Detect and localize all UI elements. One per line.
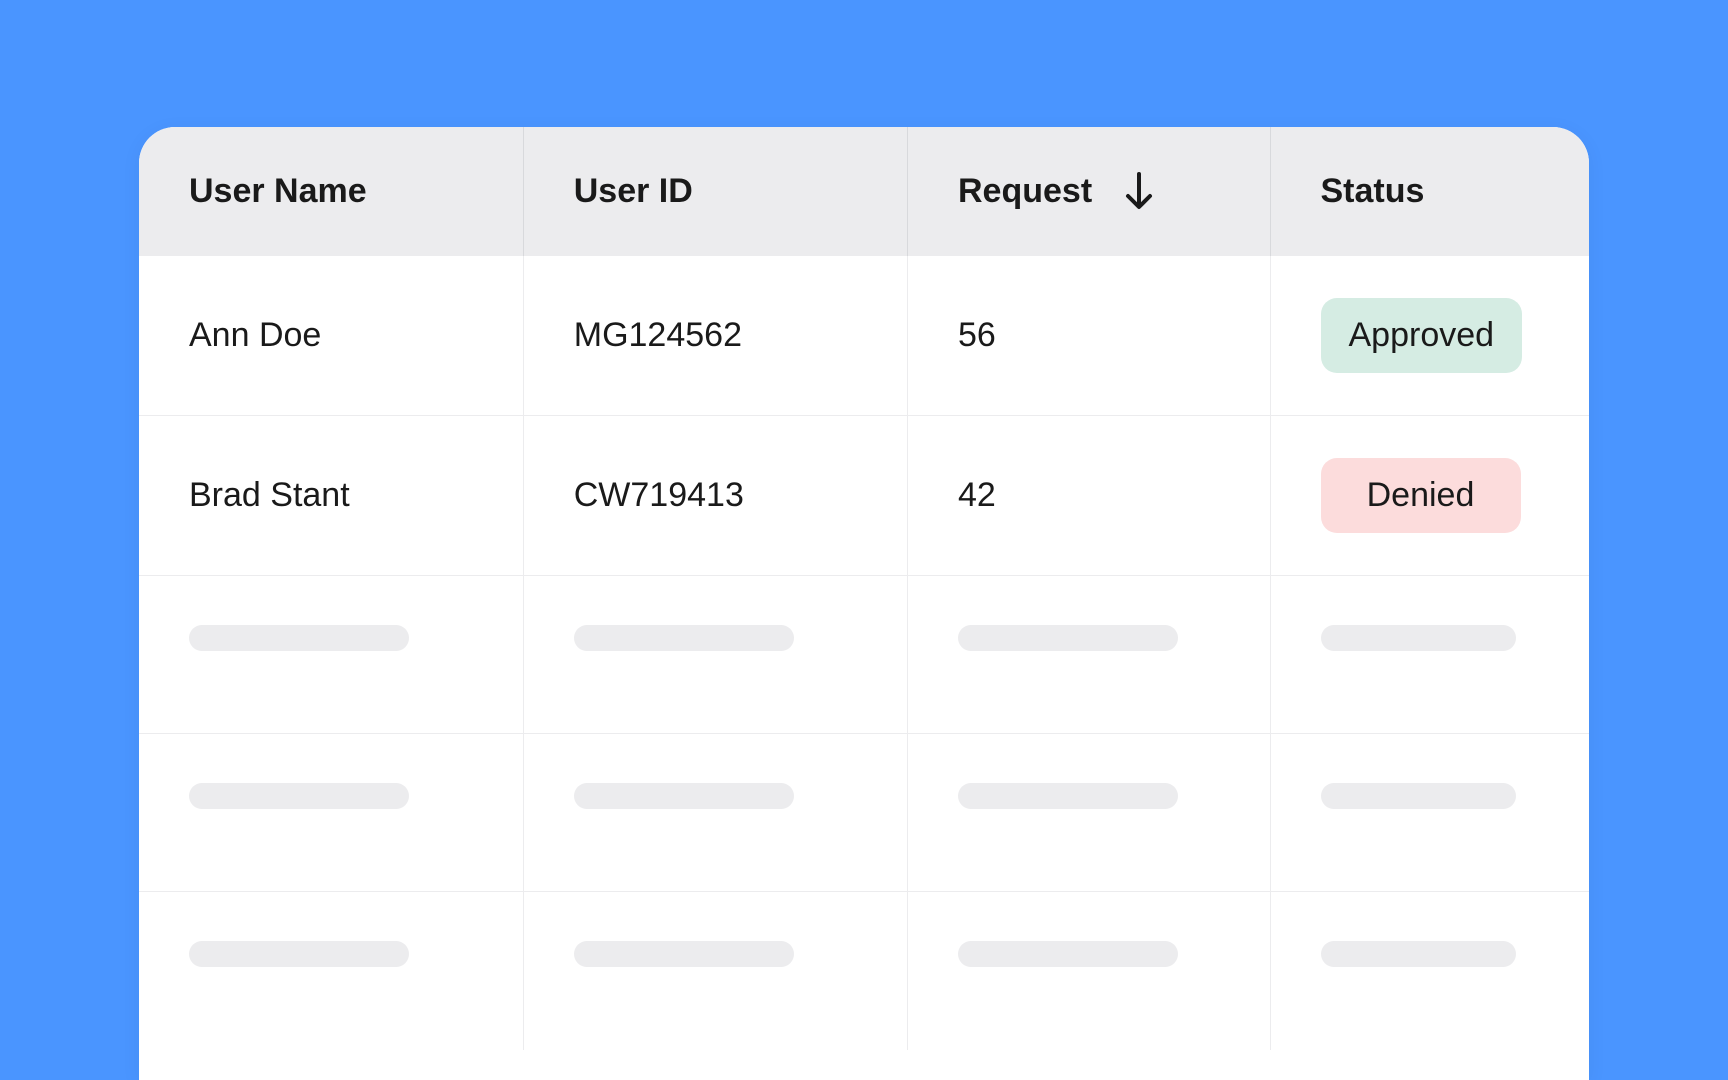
status-badge: Approved — [1321, 298, 1523, 373]
column-header-user-name[interactable]: User Name — [139, 127, 523, 256]
table-row-placeholder — [139, 734, 1589, 892]
cell-user-id: CW719413 — [523, 416, 907, 576]
column-header-label: Request — [958, 172, 1092, 211]
cell-text: 42 — [958, 476, 996, 514]
skeleton-bar — [958, 783, 1178, 809]
cell-status: Approved — [1270, 256, 1589, 416]
table-row-placeholder — [139, 892, 1589, 1050]
data-table-card: User Name User ID Request — [139, 127, 1589, 1080]
table-body: Ann Doe MG124562 56 Approved Brad Stant … — [139, 256, 1589, 1050]
cell-placeholder — [1270, 892, 1589, 1050]
status-badge: Denied — [1321, 458, 1521, 533]
skeleton-bar — [189, 625, 409, 651]
skeleton-bar — [1321, 783, 1516, 809]
table-header-row: User Name User ID Request — [139, 127, 1589, 256]
skeleton-bar — [958, 941, 1178, 967]
cell-placeholder — [1270, 734, 1589, 892]
cell-user-name: Ann Doe — [139, 256, 523, 416]
column-header-label: Status — [1321, 172, 1425, 210]
skeleton-bar — [189, 783, 409, 809]
skeleton-bar — [574, 783, 794, 809]
skeleton-bar — [189, 941, 409, 967]
cell-placeholder — [523, 892, 907, 1050]
column-header-user-id[interactable]: User ID — [523, 127, 907, 256]
cell-user-id: MG124562 — [523, 256, 907, 416]
cell-placeholder — [908, 892, 1271, 1050]
skeleton-bar — [958, 625, 1178, 651]
cell-text: 56 — [958, 316, 996, 354]
column-header-label: User ID — [574, 172, 693, 210]
cell-user-name: Brad Stant — [139, 416, 523, 576]
cell-placeholder — [523, 734, 907, 892]
cell-placeholder — [908, 734, 1271, 892]
cell-placeholder — [908, 576, 1271, 734]
cell-request: 56 — [908, 256, 1271, 416]
cell-text: MG124562 — [574, 316, 742, 354]
column-header-status[interactable]: Status — [1270, 127, 1589, 256]
column-header-request[interactable]: Request — [908, 127, 1271, 256]
skeleton-bar — [574, 625, 794, 651]
cell-placeholder — [523, 576, 907, 734]
requests-table: User Name User ID Request — [139, 127, 1589, 1050]
cell-request: 42 — [908, 416, 1271, 576]
arrow-down-icon — [1124, 171, 1154, 211]
cell-text: CW719413 — [574, 476, 744, 514]
cell-placeholder — [139, 576, 523, 734]
table-row-placeholder — [139, 576, 1589, 734]
skeleton-bar — [574, 941, 794, 967]
cell-text: Ann Doe — [189, 316, 321, 354]
column-header-label: User Name — [189, 172, 367, 210]
table-row: Brad Stant CW719413 42 Denied — [139, 416, 1589, 576]
skeleton-bar — [1321, 625, 1516, 651]
cell-status: Denied — [1270, 416, 1589, 576]
cell-placeholder — [139, 892, 523, 1050]
cell-placeholder — [139, 734, 523, 892]
cell-placeholder — [1270, 576, 1589, 734]
cell-text: Brad Stant — [189, 476, 350, 514]
table-row: Ann Doe MG124562 56 Approved — [139, 256, 1589, 416]
skeleton-bar — [1321, 941, 1516, 967]
